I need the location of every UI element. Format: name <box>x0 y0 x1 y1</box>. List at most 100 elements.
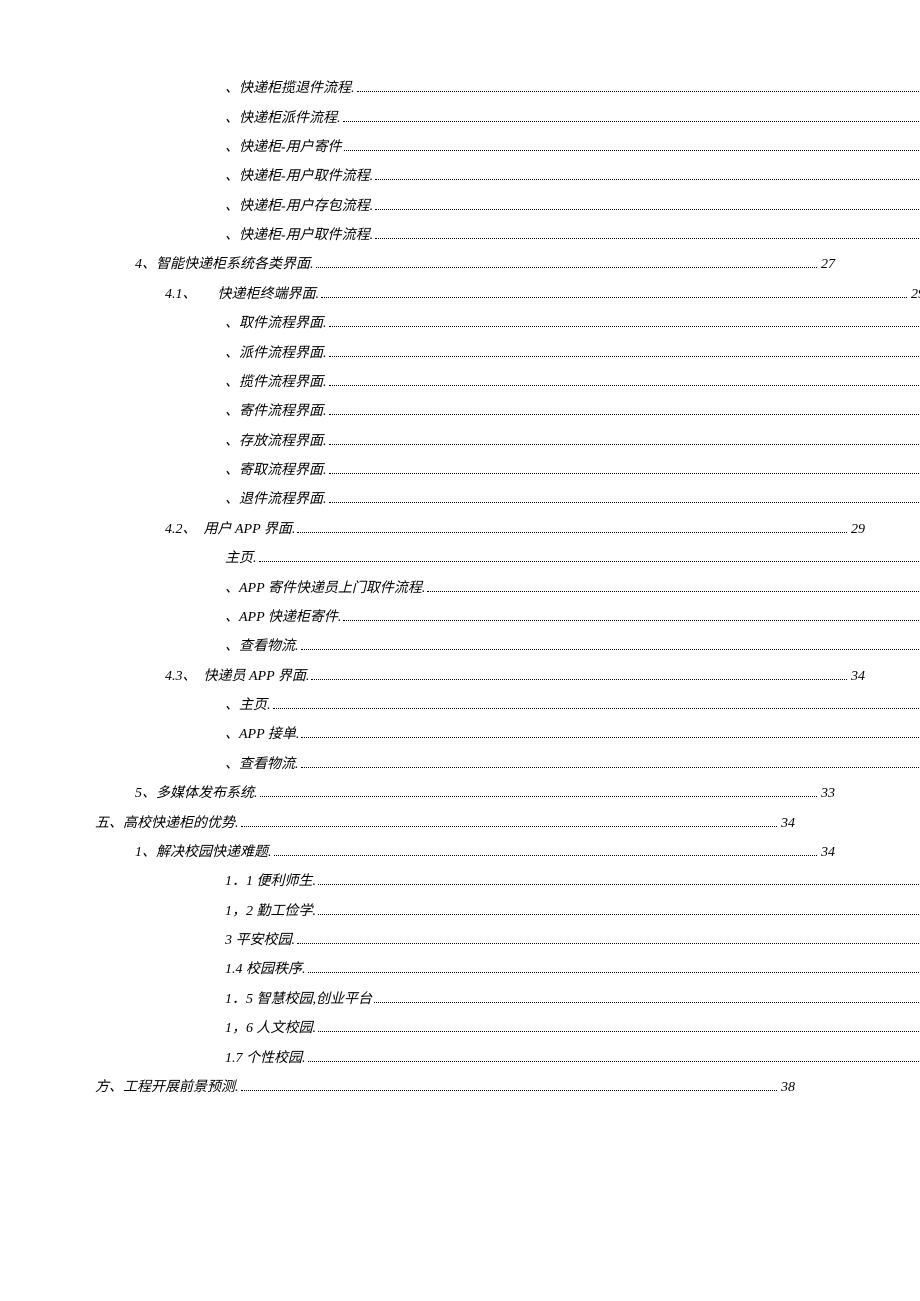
toc-label: 1．1 便利师生. <box>225 873 316 891</box>
toc-label: 4.1、 快递柜终端界面. <box>165 286 319 304</box>
toc-page: 27 <box>821 256 835 274</box>
toc-leader <box>311 668 847 680</box>
toc-leader <box>241 814 778 826</box>
toc-label: 3 平安校园. <box>225 932 295 950</box>
toc-label: 4.3、 快递员 APP 界面. <box>165 668 309 686</box>
toc-label: 、快递柜-用户取件流程. <box>225 227 373 245</box>
toc-entry: 、派件流程界面.27 <box>70 344 920 362</box>
toc-entry: 1．1 便利师生.34 <box>70 873 920 891</box>
toc-label: 、APP 寄件快递员上门取件流程. <box>225 580 425 598</box>
toc-leader <box>301 756 920 768</box>
toc-entry: 、揽件流程界面.27 <box>70 374 920 392</box>
toc-entry: 、快递柜-用户存包流程.25 <box>70 198 920 216</box>
toc-leader <box>297 932 920 944</box>
toc-entry: 、APP 接单.32 <box>70 726 920 744</box>
toc-entry: 、寄件流程界面.28 <box>70 403 920 421</box>
toc-label: 、快递柜-用户取件流程. <box>225 168 373 186</box>
toc-leader <box>357 80 920 92</box>
toc-entry: 五、高校快递柜的优势.34 <box>70 814 795 832</box>
toc-leader <box>329 315 920 327</box>
toc-leader <box>301 638 920 650</box>
toc-entry: 4.1、 快递柜终端界面. 29 <box>70 286 920 304</box>
toc-leader <box>329 433 920 445</box>
toc-leader <box>374 991 920 1003</box>
toc-label: 、派件流程界面. <box>225 345 327 363</box>
toc-label: 5、多媒体发布系统. <box>135 785 258 803</box>
toc-entry: 4、智能快递柜系统各类界面. 27 <box>70 256 835 274</box>
toc-label: 、快递柜-用户存包流程. <box>225 198 373 216</box>
toc-label: 、查看物流. <box>225 756 299 774</box>
toc-entry: 1.4 校园秩序.36 <box>70 961 920 979</box>
toc-leader <box>375 168 920 180</box>
toc-entry: 、查看物流.33 <box>70 756 920 774</box>
toc-label: 4.2、 用户 APP 界面. <box>165 521 295 539</box>
toc-label: 、揽件流程界面. <box>225 374 327 392</box>
toc-label: 、快递柜揽退件流程. <box>225 80 355 98</box>
toc-leader <box>301 726 920 738</box>
toc-entry: 1，6 人文校园.37 <box>70 1020 920 1038</box>
toc-leader <box>274 844 818 856</box>
toc-label: 1.7 个性校园. <box>225 1050 306 1068</box>
toc-leader <box>260 785 818 797</box>
toc-leader <box>329 462 920 474</box>
toc-page: 38 <box>781 1079 795 1097</box>
toc-leader <box>318 903 920 915</box>
toc-entry: 5、多媒体发布系统. 33 <box>70 785 835 803</box>
toc-label: 1，6 人文校园. <box>225 1020 316 1038</box>
toc-entry: 、退件流程界面.29 <box>70 491 920 509</box>
toc-label: 、主页. <box>225 697 271 715</box>
toc-page: 29 <box>851 521 865 539</box>
toc-entry: 、快递柜-用户取件流程.24 <box>70 168 920 186</box>
toc-leader <box>318 1020 920 1032</box>
toc-leader <box>329 344 920 356</box>
toc-label: 、退件流程界面. <box>225 491 327 509</box>
toc-label: 、APP 接单. <box>225 726 299 744</box>
toc-entry: 、快递柜派件流程.22 <box>70 109 920 127</box>
toc-leader <box>273 697 920 709</box>
table-of-contents: 、快递柜揽退件流程.21、快递柜派件流程.22、快递柜-用户寄件23、快递柜-用… <box>70 80 850 1097</box>
toc-leader <box>344 139 920 151</box>
toc-entry: 、取件流程界面.27 <box>70 315 920 333</box>
toc-page: 29 <box>911 286 920 304</box>
toc-label: 、寄件流程界面. <box>225 403 327 421</box>
toc-leader <box>259 550 920 562</box>
toc-leader <box>321 286 907 298</box>
toc-entry: 4.2、 用户 APP 界面. 29 <box>70 521 865 539</box>
toc-label: 方、工程开展前景预测. <box>95 1079 239 1097</box>
toc-leader <box>329 403 920 415</box>
toc-entry: 主页.29 <box>70 550 920 568</box>
toc-entry: 3 平安校园.35 <box>70 932 920 950</box>
toc-label: 主页. <box>225 550 257 568</box>
toc-label: 、APP 快递柜寄件. <box>225 609 341 627</box>
toc-label: 、快递柜-用户寄件 <box>225 139 342 157</box>
toc-label: 、查看物流. <box>225 638 299 656</box>
toc-leader <box>297 521 847 533</box>
toc-leader <box>241 1079 778 1091</box>
toc-label: 、寄取流程界面. <box>225 462 327 480</box>
toc-page: 34 <box>781 815 795 833</box>
toc-label: 1，2 勤工俭学. <box>225 903 316 921</box>
toc-leader <box>343 609 920 621</box>
toc-entry: 、主页.32 <box>70 697 920 715</box>
toc-entry: 4.3、 快递员 APP 界面.34 <box>70 668 865 686</box>
toc-entry: 、寄取流程界面.29 <box>70 462 920 480</box>
toc-leader <box>318 873 920 885</box>
toc-entry: 1，2 勤工俭学.34 <box>70 903 920 921</box>
toc-label: 1．5 智慧校园,创业平台 <box>225 991 372 1009</box>
toc-entry: 、快递柜-用户取件流程.26 <box>70 227 920 245</box>
toc-page: 33 <box>821 785 835 803</box>
toc-leader <box>375 227 920 239</box>
toc-label: 、快递柜派件流程. <box>225 110 341 128</box>
toc-leader <box>308 961 920 973</box>
toc-label: 、取件流程界面. <box>225 315 327 333</box>
toc-entry: 1．5 智慧校园,创业平台36 <box>70 991 920 1009</box>
toc-entry: 1、解决校园快递难题.34 <box>70 844 835 862</box>
toc-label: 、存放流程界面. <box>225 433 327 451</box>
toc-entry: 、APP 寄件快递员上门取件流程.30 <box>70 579 920 597</box>
toc-leader <box>375 198 920 210</box>
toc-label: 4、智能快递柜系统各类界面. <box>135 256 314 274</box>
toc-entry: 、存放流程界面.28 <box>70 433 920 451</box>
toc-label: 1、解决校园快递难题. <box>135 844 272 862</box>
toc-leader <box>329 374 920 386</box>
toc-entry: 、快递柜揽退件流程.21 <box>70 80 920 98</box>
